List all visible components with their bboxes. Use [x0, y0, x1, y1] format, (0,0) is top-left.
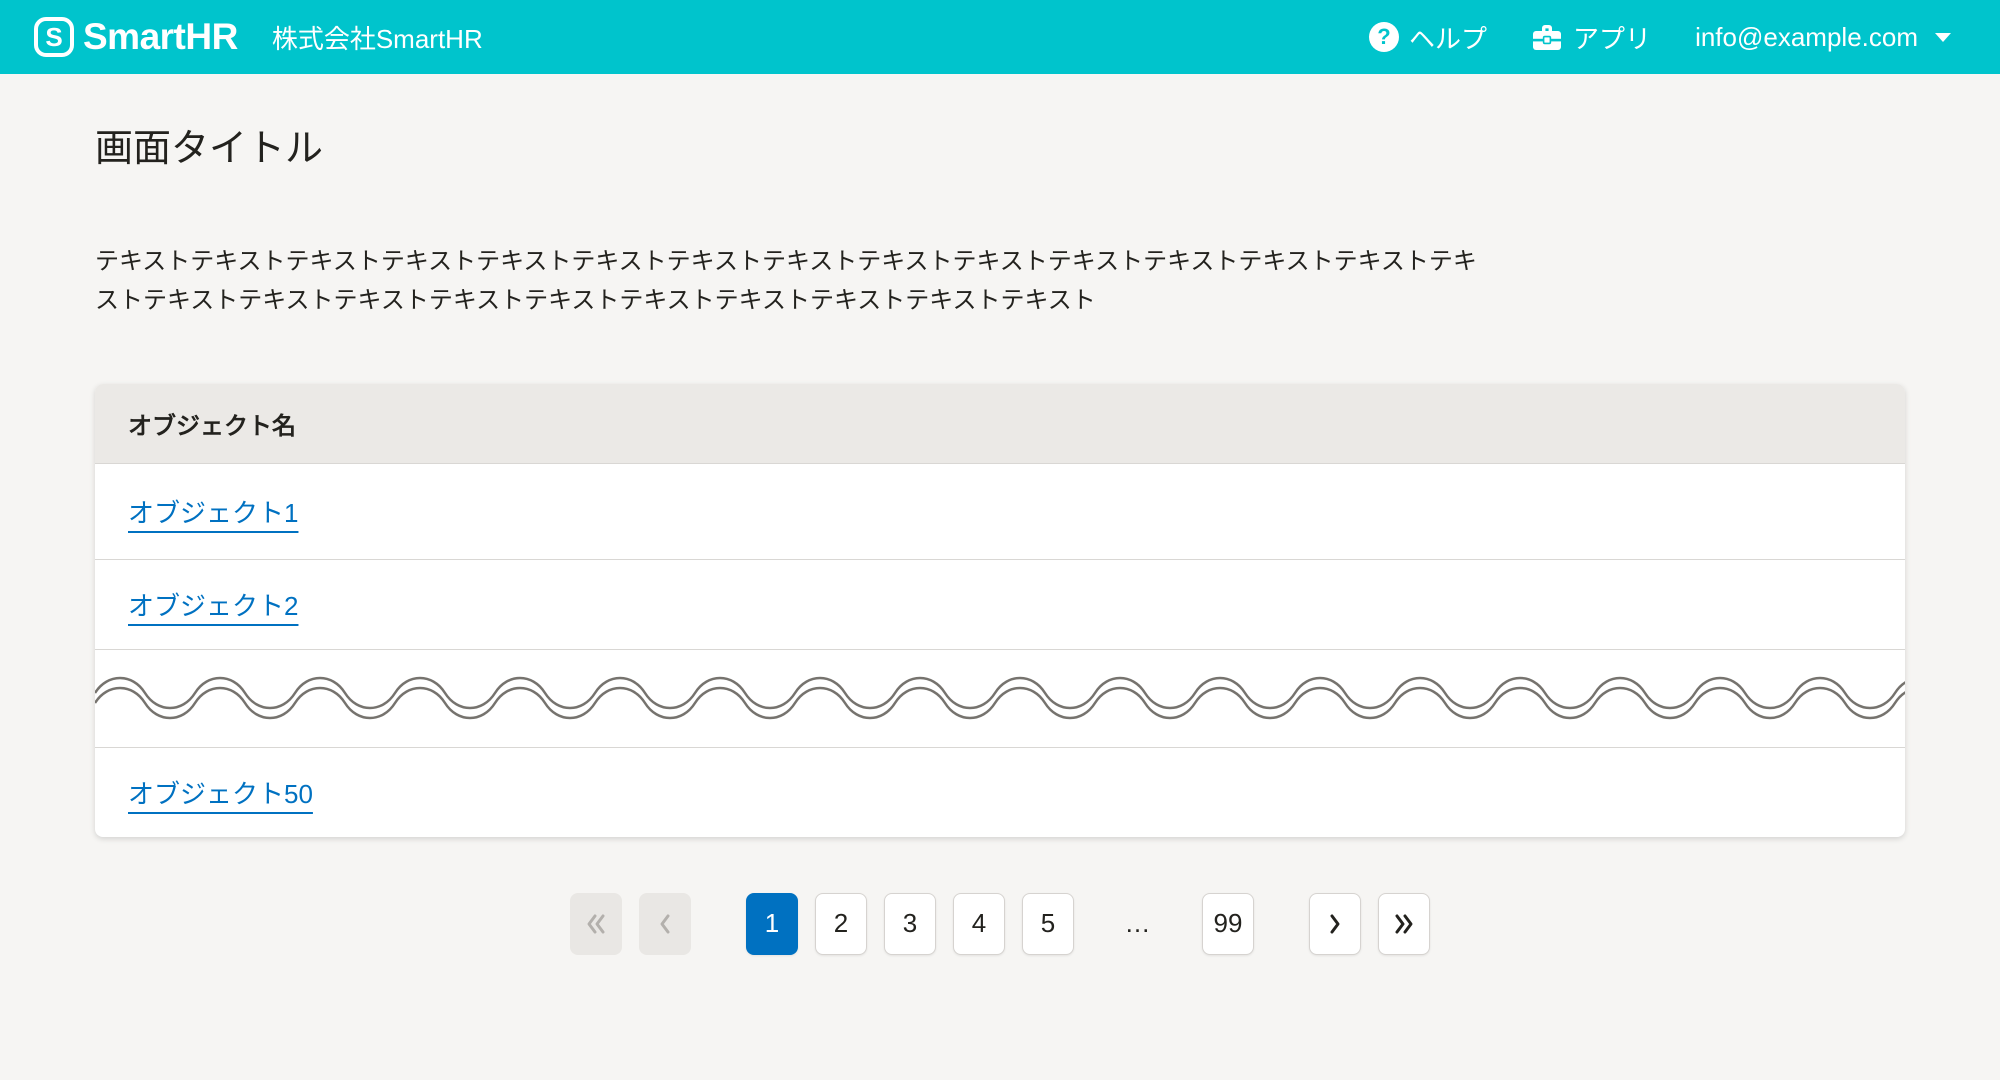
double-chevron-right-icon	[1393, 912, 1415, 936]
first-page-button[interactable]	[570, 893, 622, 955]
main-content: 画面タイトル テキストテキストテキストテキストテキストテキストテキストテキストテ…	[0, 128, 2000, 955]
page-description: テキストテキストテキストテキストテキストテキストテキストテキストテキストテキスト…	[95, 242, 1485, 320]
help-link[interactable]: ? ヘルプ	[1369, 19, 1487, 56]
last-page-button[interactable]	[1378, 893, 1430, 955]
pagination-ellipsis: …	[1124, 908, 1152, 939]
toolbox-icon	[1531, 22, 1563, 52]
page-button-2[interactable]: 2	[815, 893, 867, 955]
smarthr-logo-text: SmartHR	[83, 16, 238, 58]
pagination: 1 2 3 4 5 … 99	[95, 893, 1905, 955]
app-header: S SmartHR 株式会社SmartHR ? ヘルプ アプリ info@exa…	[0, 0, 2000, 74]
page-title: 画面タイトル	[95, 128, 1905, 172]
object-link-2[interactable]: オブジェクト2	[128, 586, 298, 623]
question-circle-icon: ?	[1369, 22, 1399, 52]
table-row: オブジェクト2	[95, 559, 1905, 649]
object-link-1[interactable]: オブジェクト1	[128, 493, 298, 530]
object-table-card: オブジェクト名 オブジェクト1 オブジェクト2 オブジェクト50	[95, 384, 1905, 837]
caret-down-icon	[1934, 31, 1952, 43]
smarthr-logo[interactable]: S SmartHR	[34, 16, 238, 58]
double-chevron-left-icon	[585, 912, 607, 936]
company-name: 株式会社SmartHR	[272, 19, 483, 56]
account-email: info@example.com	[1695, 22, 1918, 53]
next-page-button[interactable]	[1309, 893, 1361, 955]
wave-icon	[95, 674, 1905, 722]
table-row: オブジェクト1	[95, 463, 1905, 559]
column-header-object-name: オブジェクト名	[128, 406, 296, 441]
chevron-right-icon	[1328, 912, 1342, 936]
table-header-row: オブジェクト名	[95, 384, 1905, 463]
skipped-rows-separator	[95, 649, 1905, 747]
chevron-left-icon	[658, 912, 672, 936]
apps-link[interactable]: アプリ	[1531, 19, 1651, 56]
page-button-5[interactable]: 5	[1022, 893, 1074, 955]
account-menu[interactable]: info@example.com	[1695, 22, 1952, 53]
page-button-99[interactable]: 99	[1202, 893, 1254, 955]
header-actions: ? ヘルプ アプリ info@example.com	[1369, 19, 1952, 56]
page-button-1[interactable]: 1	[746, 893, 798, 955]
table-row: オブジェクト50	[95, 747, 1905, 837]
previous-page-button[interactable]	[639, 893, 691, 955]
smarthr-logo-icon: S	[34, 17, 74, 57]
object-link-50[interactable]: オブジェクト50	[128, 774, 313, 811]
page-button-3[interactable]: 3	[884, 893, 936, 955]
apps-label: アプリ	[1573, 19, 1651, 56]
page-button-4[interactable]: 4	[953, 893, 1005, 955]
help-label: ヘルプ	[1409, 19, 1487, 56]
